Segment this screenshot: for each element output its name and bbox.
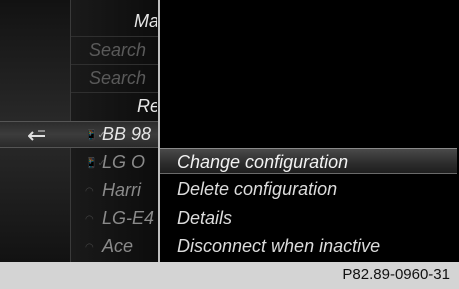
device-item[interactable]: ◠ LG-E4 bbox=[71, 205, 157, 232]
caption-bar: P82.89-0960-31 bbox=[0, 262, 459, 289]
options-menu: Change configuration Delete configuratio… bbox=[160, 148, 459, 262]
list-header-recent: Rec bbox=[136, 96, 157, 116]
menu-item-details[interactable]: Details bbox=[160, 205, 457, 231]
wifi-icon: ◠ bbox=[85, 241, 94, 253]
back-arrow-icon[interactable] bbox=[28, 127, 46, 141]
device-name: LG-E4 bbox=[102, 208, 155, 228]
device-item[interactable]: ◠ Harri bbox=[71, 177, 157, 204]
device-name: Ace bbox=[102, 236, 134, 256]
device-name: LG O bbox=[102, 152, 146, 172]
list-header-manage: Man bbox=[133, 11, 157, 31]
device-item[interactable]: ◠ Ace bbox=[71, 233, 157, 260]
menu-item-delete-configuration[interactable]: Delete configuration bbox=[160, 176, 457, 202]
device-item[interactable]: 📱✓BB 98 bbox=[71, 121, 157, 148]
figure-reference: P82.89-0960-31 bbox=[342, 266, 450, 283]
phone-bluetooth-icon: 📱✓ bbox=[85, 129, 106, 141]
wifi-icon: ◠ bbox=[85, 185, 94, 197]
phone-bluetooth-icon: 📱✓ bbox=[85, 157, 106, 169]
display-screen: Man Search Search Rec 📱✓BB 98 📱✓LG O ◠Ha… bbox=[0, 0, 459, 262]
menu-item-change-configuration[interactable]: Change configuration bbox=[160, 148, 457, 174]
device-name: BB 98 bbox=[102, 124, 152, 144]
device-name: Harri bbox=[102, 180, 141, 200]
search-item-2[interactable]: Search bbox=[71, 65, 157, 92]
menu-item-disconnect-when-inactive[interactable]: Disconnect when inactive bbox=[160, 233, 457, 259]
device-item[interactable]: 📱✓LG O bbox=[71, 149, 157, 176]
wifi-icon: ◠ bbox=[85, 213, 94, 225]
search-item-1[interactable]: Search bbox=[71, 37, 157, 64]
